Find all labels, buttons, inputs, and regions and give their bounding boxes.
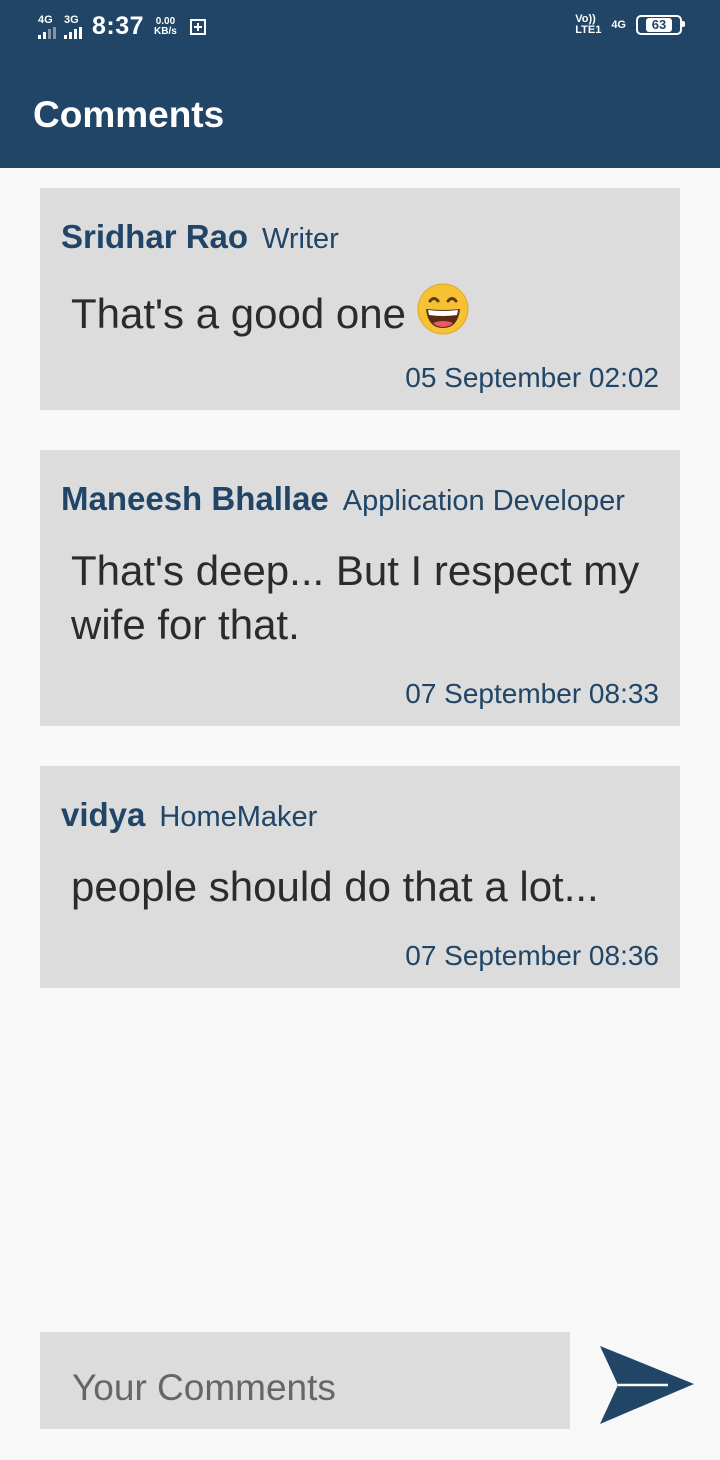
- comment-author: Maneesh Bhallae: [61, 480, 329, 517]
- comment-author-role: Writer: [262, 223, 339, 255]
- comment-author-role: Application Developer: [342, 485, 625, 517]
- comment-text: That's a good one: [71, 290, 406, 337]
- comment-card: Sridhar Rao Writer That's a good one 05 S…: [40, 188, 680, 410]
- network-speed-value: 0.00: [155, 15, 176, 27]
- volte-icon: Vo)) LTE1: [575, 14, 601, 36]
- network-speed: 0.00 KB/s: [154, 15, 177, 37]
- battery-icon: 63: [636, 15, 685, 35]
- comment-text: That's deep... But I respect my wife for…: [71, 547, 640, 648]
- send-icon: [600, 1346, 694, 1424]
- comment-date: 05 September 02:02: [405, 362, 659, 393]
- comment-date: 07 September 08:36: [405, 940, 659, 971]
- comment-author-role: HomeMaker: [159, 801, 318, 833]
- comment-header: Maneesh Bhallae Application Developer: [61, 480, 625, 518]
- send-button[interactable]: [598, 1344, 696, 1426]
- comment-date: 07 September 08:33: [405, 678, 659, 709]
- clock: 8:37: [92, 12, 145, 40]
- comment-card: Maneesh Bhallae Application Developer Tha…: [40, 450, 680, 726]
- comment-author: Sridhar Rao: [61, 218, 249, 255]
- comment-card: vidya HomeMaker people should do that a l…: [40, 766, 680, 988]
- comment-text: people should do that a lot...: [71, 863, 599, 910]
- status-bar: 4G 3G 8:37 0.00 KB/s Vo)) LTE1 4G 63: [0, 0, 720, 58]
- battery-level: 63: [645, 18, 673, 32]
- signal-icon-sim1: 4G: [38, 13, 56, 39]
- comment-header: vidya HomeMaker: [61, 796, 317, 834]
- page-title: Comments: [33, 94, 225, 135]
- comment-body: That's a good one: [71, 282, 651, 341]
- comment-input[interactable]: [70, 1362, 554, 1414]
- network-type-sim2: 3G: [64, 13, 79, 26]
- network-type-4g: 4G: [611, 19, 626, 31]
- lte-label: LTE1: [575, 24, 602, 36]
- grinning-face-emoji-icon: [416, 282, 470, 336]
- comment-header: Sridhar Rao Writer: [61, 218, 339, 256]
- comment-author: vidya: [61, 796, 146, 833]
- screenshot-icon: [189, 18, 207, 36]
- network-speed-unit: KB/s: [154, 25, 177, 37]
- comment-input-container: [40, 1332, 570, 1429]
- app-bar: Comments: [0, 58, 720, 168]
- signal-icon-sim2: 3G: [64, 13, 82, 39]
- network-type-sim1: 4G: [38, 13, 53, 26]
